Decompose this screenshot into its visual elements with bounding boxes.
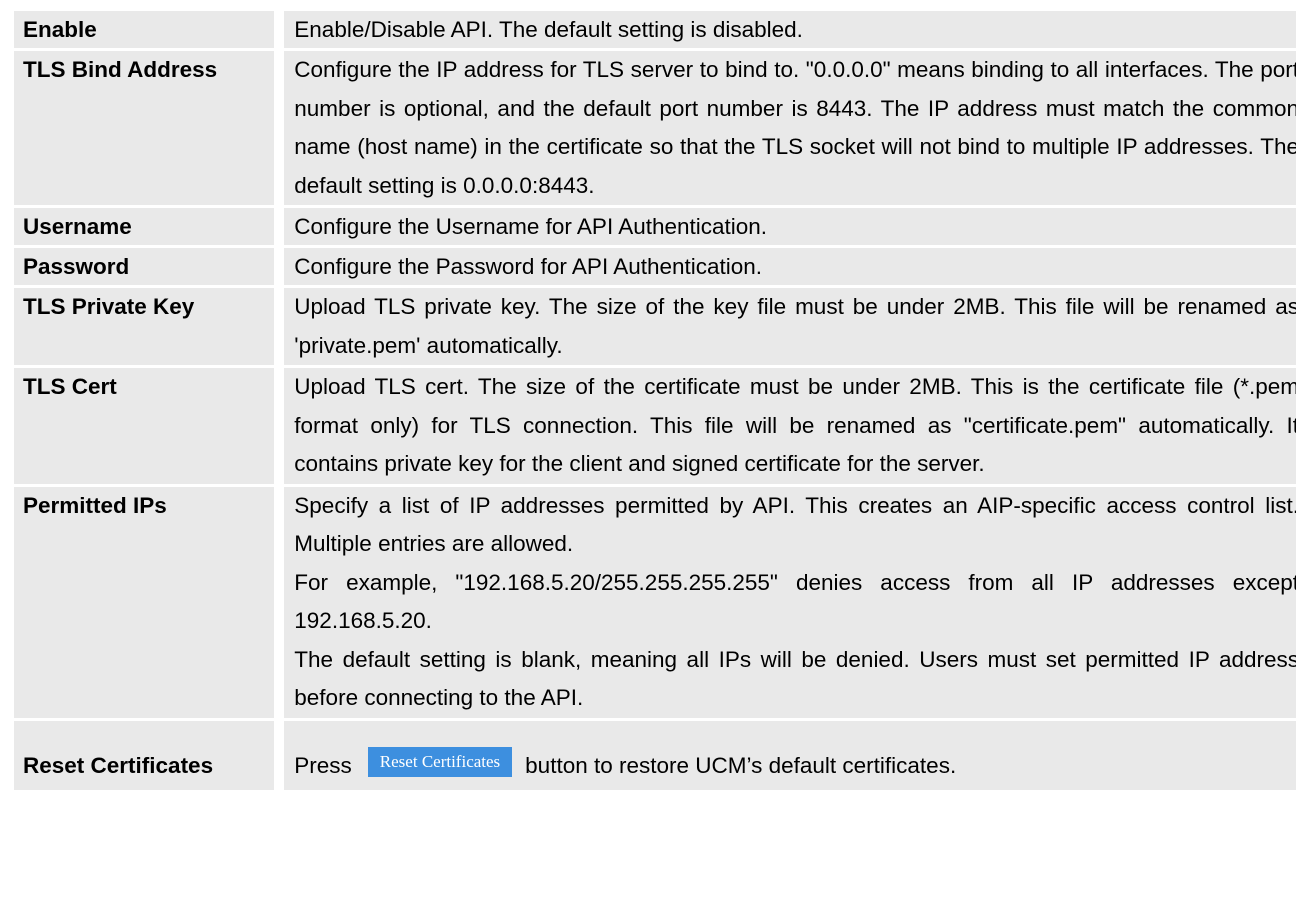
- description-text: The default setting is blank, meaning al…: [294, 646, 1296, 711]
- description-text: Specify a list of IP addresses permitted…: [294, 492, 1296, 557]
- table-row: TLS Private Key Upload TLS private key. …: [14, 288, 1296, 365]
- description-text: Upload TLS cert. The size of the certifi…: [294, 374, 1296, 476]
- description-text: Configure the Username for API Authentic…: [294, 214, 768, 239]
- table-row: Password Configure the Password for API …: [14, 248, 1296, 285]
- row-label-username: Username: [14, 208, 285, 245]
- row-description: Upload TLS private key. The size of the …: [284, 288, 1296, 365]
- row-description: Press Reset Certificates button to restore…: [284, 720, 1296, 790]
- row-label-tls-cert: TLS Cert: [14, 368, 285, 484]
- row-label-enable: Enable: [14, 11, 285, 48]
- table-row: Username Configure the Username for API …: [14, 208, 1296, 245]
- row-description: Upload TLS cert. The size of the certifi…: [284, 368, 1296, 484]
- row-description: Configure the Password for API Authentic…: [284, 248, 1296, 285]
- description-prefix: Press: [294, 752, 352, 778]
- description-text: Configure the Password for API Authentic…: [294, 254, 763, 279]
- row-label-password: Password: [14, 248, 285, 285]
- description-text: Enable/Disable API. The default setting …: [294, 17, 803, 42]
- table-row: TLS Cert Upload TLS cert. The size of th…: [14, 368, 1296, 484]
- row-description: Enable/Disable API. The default setting …: [284, 11, 1296, 48]
- description-text: Upload TLS private key. The size of the …: [294, 294, 1296, 358]
- description-text: Configure the IP address for TLS server …: [294, 57, 1296, 198]
- table-row: Reset Certificates Press Reset Certificat…: [14, 720, 1296, 790]
- description-suffix: button to restore UCM’s default certific…: [525, 752, 957, 778]
- settings-table: Enable Enable/Disable API. The default s…: [14, 8, 1296, 793]
- row-label-permitted-ips: Permitted IPs: [14, 486, 285, 718]
- table-row: Permitted IPs Specify a list of IP addre…: [14, 486, 1296, 718]
- row-description: Configure the IP address for TLS server …: [284, 51, 1296, 205]
- row-description: Specify a list of IP addresses permitted…: [284, 486, 1296, 718]
- table-row: TLS Bind Address Configure the IP addres…: [14, 51, 1296, 205]
- row-description: Configure the Username for API Authentic…: [284, 208, 1296, 245]
- row-label-tls-bind-address: TLS Bind Address: [14, 51, 285, 205]
- row-label-tls-private-key: TLS Private Key: [14, 288, 285, 365]
- reset-certificates-button[interactable]: Reset Certificates: [367, 746, 513, 777]
- table-row: Enable Enable/Disable API. The default s…: [14, 11, 1296, 48]
- row-label-reset-certificates: Reset Certificates: [14, 720, 285, 790]
- description-text: For example, "192.168.5.20/255.255.255.2…: [294, 569, 1296, 634]
